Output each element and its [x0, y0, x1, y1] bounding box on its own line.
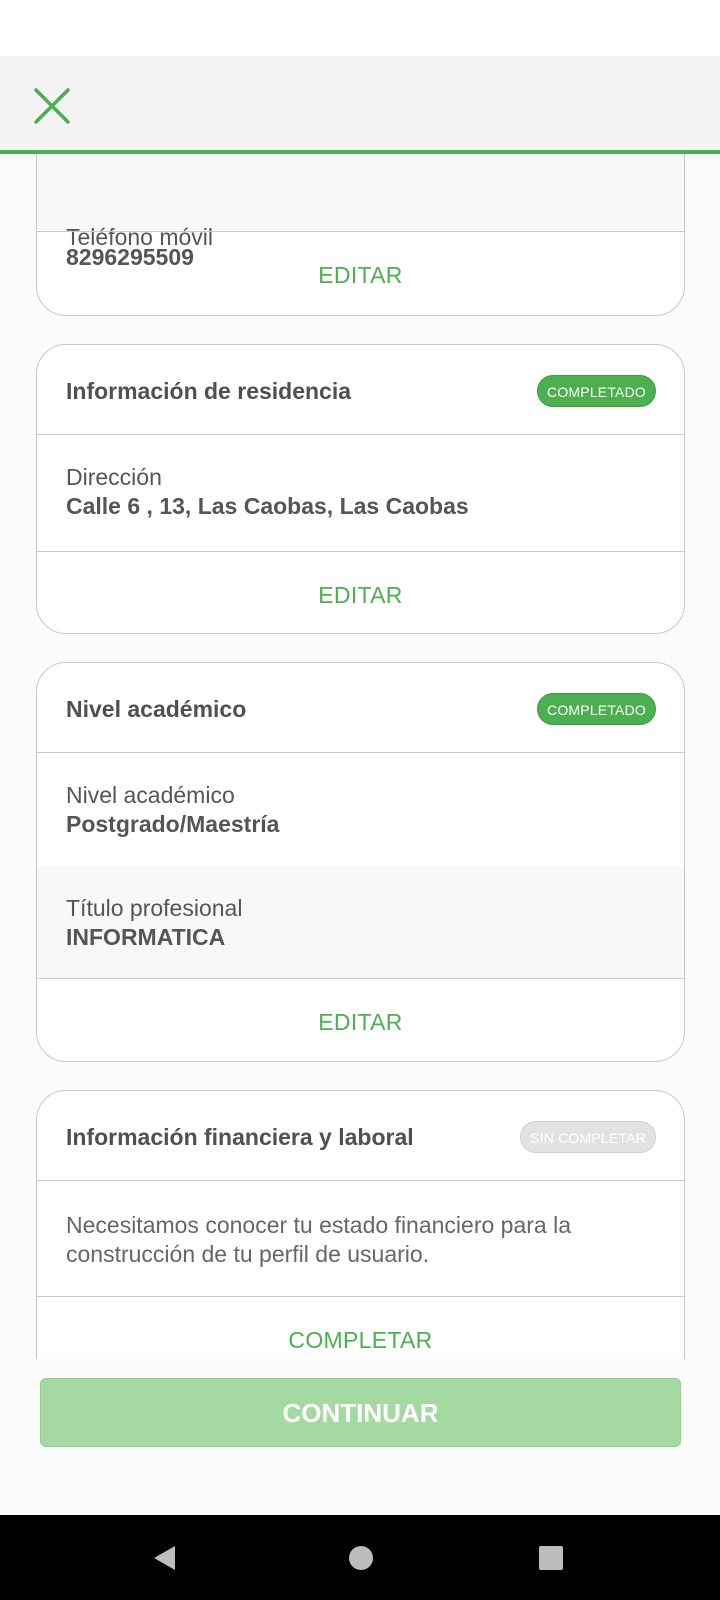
back-triangle-icon: [154, 1546, 175, 1570]
close-button[interactable]: [28, 82, 76, 130]
financial-card-title: Información financiera y laboral: [66, 1124, 414, 1150]
status-badge: COMPLETADO: [537, 375, 656, 407]
professional-title-value: INFORMATICA: [66, 924, 226, 950]
top-bar: [0, 56, 720, 154]
mobile-phone-field: Teléfono móvil 8296295509: [37, 154, 684, 270]
financial-card-header: Información financiera y laboral SIN COM…: [37, 1091, 684, 1181]
academic-level-card: Nivel académico COMPLETADO Nivel académi…: [36, 662, 685, 1062]
recents-square-icon: [539, 1546, 563, 1570]
academic-level-label: Nivel académico: [66, 782, 235, 808]
address-label: Dirección: [66, 464, 162, 490]
contact-info-card: Teléfono móvil 8296295509 EDITAR: [36, 154, 685, 316]
academic-edit-button[interactable]: EDITAR: [37, 979, 684, 1061]
academic-level-value: Postgrado/Maestría: [66, 811, 280, 837]
contact-edit-button[interactable]: EDITAR: [37, 232, 684, 315]
academic-card-title: Nivel académico: [66, 696, 247, 722]
recents-button[interactable]: [526, 1533, 576, 1583]
continue-button[interactable]: CONTINUAR: [40, 1378, 681, 1447]
financial-info-card: Información financiera y laboral SIN COM…: [36, 1090, 685, 1359]
close-icon: [34, 88, 70, 124]
status-bar: [0, 0, 720, 56]
residence-card-title: Información de residencia: [66, 378, 352, 404]
profile-sections-list[interactable]: Teléfono móvil 8296295509 EDITAR Informa…: [0, 154, 720, 1359]
professional-title-label: Título profesional: [66, 895, 243, 921]
home-button[interactable]: [336, 1533, 386, 1583]
financial-description: Necesitamos conocer tu estado financiero…: [66, 1212, 572, 1267]
back-button[interactable]: [140, 1533, 190, 1583]
academic-level-field: Nivel académico Postgrado/Maestría: [37, 753, 684, 866]
status-badge: SIN COMPLETAR: [520, 1121, 656, 1153]
residence-card-header: Información de residencia COMPLETADO: [37, 345, 684, 435]
residence-info-card: Información de residencia COMPLETADO Dir…: [36, 344, 685, 634]
academic-card-header: Nivel académico COMPLETADO: [37, 663, 684, 753]
system-navigation-bar: [0, 1515, 720, 1600]
status-badge: COMPLETADO: [537, 693, 656, 725]
professional-title-field: Título profesional INFORMATICA: [37, 866, 684, 978]
address-field: Dirección Calle 6 , 13, Las Caobas, Las …: [37, 435, 684, 551]
home-circle-icon: [349, 1546, 373, 1570]
address-value: Calle 6 , 13, Las Caobas, Las Caobas: [66, 493, 469, 519]
bottom-action-area: CONTINUAR: [0, 1359, 720, 1515]
residence-edit-button[interactable]: EDITAR: [37, 552, 684, 633]
financial-complete-button[interactable]: COMPLETAR: [37, 1297, 684, 1359]
